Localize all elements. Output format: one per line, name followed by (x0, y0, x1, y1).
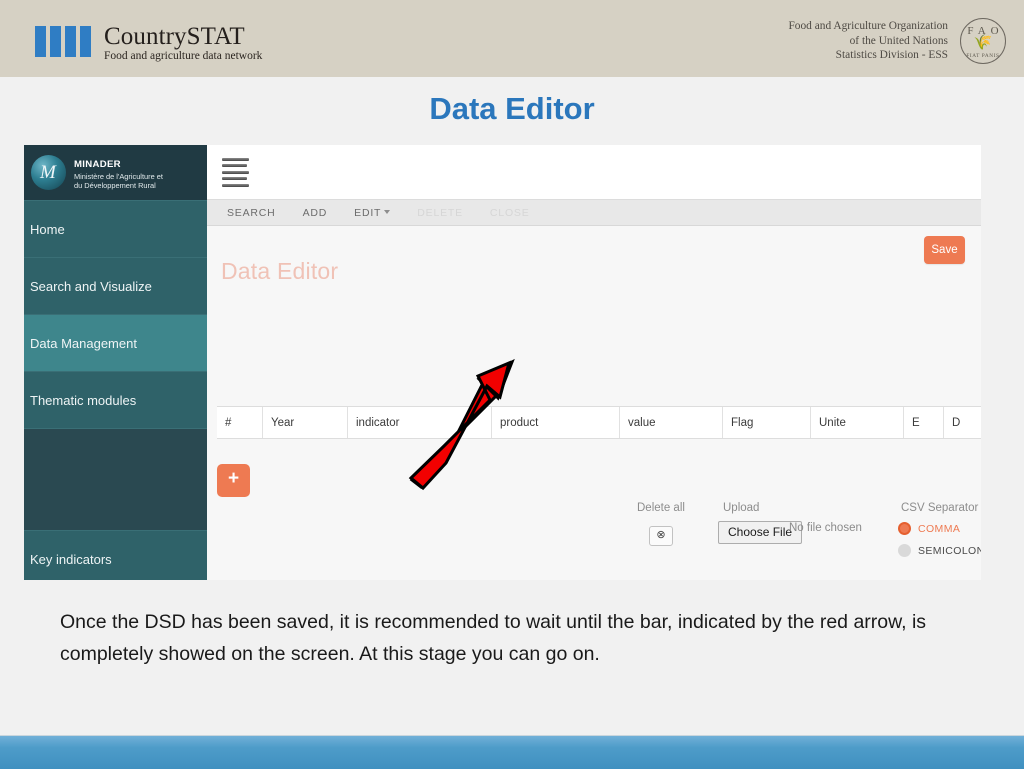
delete-all-label: Delete all (637, 502, 685, 514)
menu-item-edit[interactable]: EDIT (354, 206, 391, 219)
fao-branding: Food and Agriculture Organization of the… (788, 18, 1006, 64)
countrystat-logo: CountrySTAT Food and agriculture data ne… (35, 24, 262, 63)
sidebar-item-data-management[interactable]: Data Management (24, 314, 207, 371)
sidebar-org-name: MINADER (74, 159, 121, 171)
menu-item-label: ADD (302, 206, 328, 219)
countrystat-tagline: Food and agriculture data network (104, 50, 263, 62)
countrystat-wordmark: CountrySTAT Food and agriculture data ne… (104, 24, 262, 63)
menu-item-label: SEARCH (227, 206, 276, 219)
sidebar-item-thematic-modules[interactable]: Thematic modules (24, 371, 207, 428)
minader-globe-logo-icon (31, 155, 66, 190)
fao-line-2: of the United Nations (849, 34, 948, 47)
sidebar-item-label: Home (30, 221, 65, 237)
sidebar-item-label: Key indicators (30, 551, 112, 567)
slide-caption: Once the DSD has been saved, it is recom… (60, 611, 927, 665)
page-title: Data Editor (429, 91, 595, 126)
delete-all-button[interactable]: ⊗ (649, 526, 673, 546)
csv-option-label: COMMA (918, 522, 961, 535)
fao-line-3: Statistics Division - ESS (835, 49, 948, 62)
footer-bar (0, 735, 1024, 769)
menu-item-add[interactable]: ADD (303, 207, 328, 219)
sidebar-item-search-and-visualize[interactable]: Search and Visualize (24, 257, 207, 314)
fao-text: Food and Agriculture Organization of the… (788, 19, 948, 63)
csv-option-label: SEMICOLON (918, 544, 981, 557)
chevron-down-icon (384, 210, 391, 214)
sidebar-org-subtitle-line-2: du Développement Rural (74, 180, 156, 190)
wheat-icon: 🌾 (973, 34, 993, 51)
sidebar-org-header: MINADER Ministère de l'Agriculture et du… (24, 145, 207, 200)
app-top-bar (207, 145, 981, 199)
fao-emblem-icon: FAO 🌾 FIAT PANIS (960, 18, 1006, 64)
menu-item-delete: DELETE (417, 207, 463, 219)
brand-header-band: CountrySTAT Food and agriculture data ne… (0, 0, 1024, 77)
radio-unselected-icon (898, 544, 911, 557)
app-screenshot: MINADER Ministère de l'Agriculture et du… (24, 145, 981, 580)
sidebar: MINADER Ministère de l'Agriculture et du… (24, 145, 207, 580)
selected-file-name: No file chosen (789, 522, 862, 534)
csv-separator-label: CSV Separator (901, 502, 979, 514)
sidebar-empty-space (24, 428, 207, 530)
sidebar-item-label: Data Management (30, 335, 137, 351)
menu-item-label: EDIT (354, 206, 382, 219)
countrystat-title: CountrySTAT (104, 23, 245, 50)
app-main-pane: SEARCH ADD EDIT DELETE CLOSE Save Data E… (207, 145, 981, 580)
menu-item-label: DELETE (417, 206, 463, 219)
menu-item-close: CLOSE (490, 207, 530, 219)
menu-item-label: CLOSE (489, 206, 530, 219)
sidebar-item-label: Search and Visualize (30, 278, 152, 294)
action-menubar: SEARCH ADD EDIT DELETE CLOSE (207, 199, 981, 226)
sidebar-item-home[interactable]: Home (24, 200, 207, 257)
menu-item-search[interactable]: SEARCH (227, 207, 276, 219)
csv-separator-option-comma[interactable]: COMMA (898, 522, 960, 535)
fao-line-1: Food and Agriculture Organization (788, 20, 948, 33)
upload-label: Upload (723, 502, 760, 514)
radio-selected-icon (898, 522, 911, 535)
editor-body: Save Data Editor # Year indicator produc… (207, 226, 981, 579)
sidebar-item-key-indicators[interactable]: Key indicators (24, 530, 207, 580)
sidebar-item-label: Thematic modules (30, 392, 137, 408)
csv-separator-option-semicolon[interactable]: SEMICOLON (898, 544, 981, 557)
fao-emblem-motto: FIAT PANIS (966, 53, 1000, 59)
hamburger-menu-icon[interactable] (222, 158, 249, 190)
countrystat-bars-icon (35, 26, 91, 57)
